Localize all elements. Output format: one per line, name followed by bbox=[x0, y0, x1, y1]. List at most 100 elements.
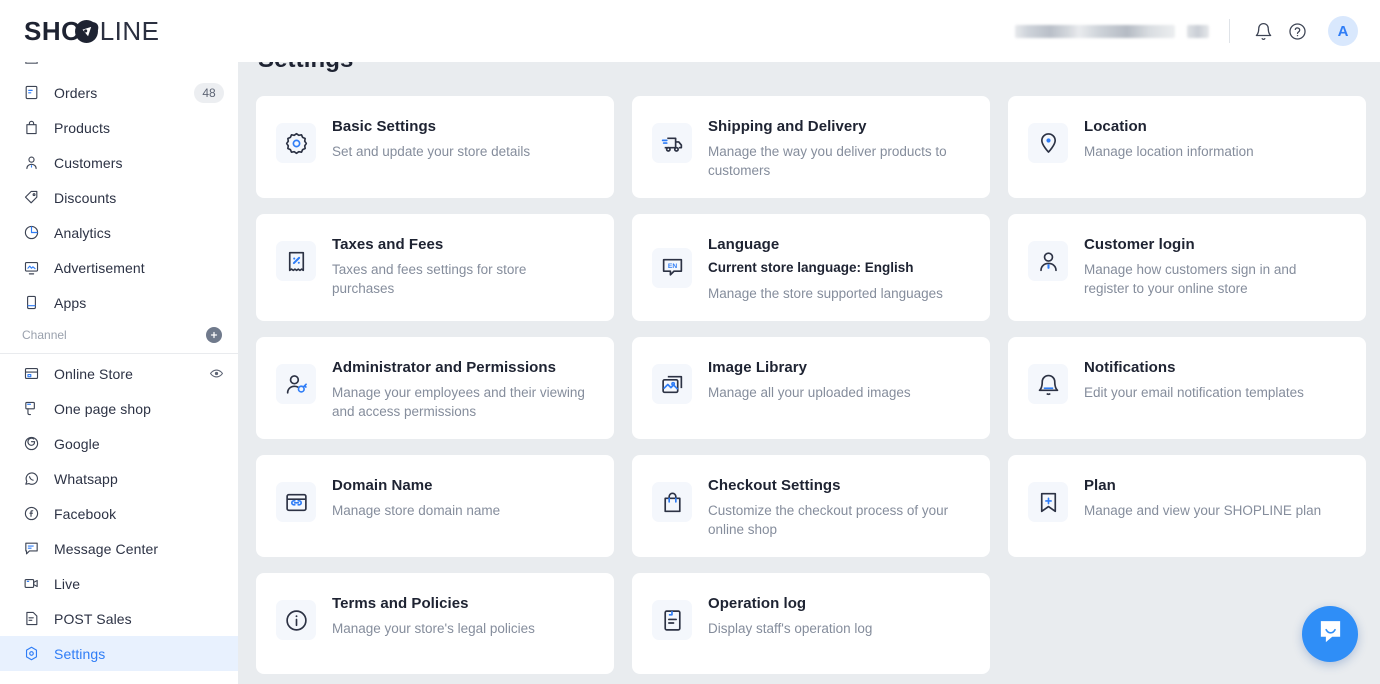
sidebar-item-google[interactable]: Google bbox=[0, 426, 238, 461]
info-circle-icon bbox=[276, 600, 316, 640]
sidebar: Orders 48 Products Customers Discounts A… bbox=[0, 62, 238, 684]
card-body: Location Manage location information bbox=[1084, 114, 1254, 161]
user-key-icon bbox=[276, 364, 316, 404]
whatsapp-icon bbox=[22, 470, 40, 488]
card-body: Language Current store language: English… bbox=[708, 232, 943, 303]
sidebar-item-label: Advertisement bbox=[54, 259, 145, 276]
card-description: Manage the store supported languages bbox=[708, 286, 943, 301]
settings-card-taxes-and-fees[interactable]: Taxes and Fees Taxes and fees settings f… bbox=[256, 214, 614, 321]
shopline-logo[interactable]: SHOP LINE bbox=[24, 15, 160, 47]
bookmark-plus-icon bbox=[1028, 482, 1068, 522]
sidebar-item-label: One page shop bbox=[54, 400, 152, 417]
sidebar-item-products[interactable]: Products bbox=[0, 110, 238, 145]
card-description: Manage store domain name bbox=[332, 503, 501, 518]
settings-card-checkout-settings[interactable]: Checkout Settings Customize the checkout… bbox=[632, 455, 990, 557]
settings-card-domain-name[interactable]: Domain Name Manage store domain name bbox=[256, 455, 614, 557]
help-circle-icon[interactable] bbox=[1280, 14, 1314, 48]
card-title: Administrator and Permissions bbox=[332, 359, 557, 376]
bell-icon bbox=[1028, 364, 1068, 404]
card-body: Image Library Manage all your uploaded i… bbox=[708, 355, 911, 402]
sidebar-item-whatsapp[interactable]: Whatsapp bbox=[0, 461, 238, 496]
logo-tag-icon bbox=[74, 15, 99, 43]
sidebar-item-label: Online Store bbox=[54, 365, 134, 382]
settings-card-basic-settings[interactable]: Basic Settings Set and update your store… bbox=[256, 96, 614, 198]
card-body: Taxes and Fees Taxes and fees settings f… bbox=[332, 232, 592, 298]
settings-gear-icon bbox=[22, 645, 40, 663]
card-description: Manage how customers sign in and registe… bbox=[1084, 262, 1297, 296]
sidebar-item-one-page-shop[interactable]: One page shop bbox=[0, 391, 238, 426]
card-body: Administrator and Permissions Manage you… bbox=[332, 355, 592, 421]
chat-launcher-button[interactable] bbox=[1302, 606, 1358, 662]
card-title: Checkout Settings bbox=[708, 477, 841, 494]
sidebar-item-message-center[interactable]: Message Center bbox=[0, 531, 238, 566]
facebook-icon bbox=[22, 505, 40, 523]
card-body: Terms and Policies Manage your store's l… bbox=[332, 591, 535, 638]
analytics-pie-icon bbox=[22, 224, 40, 242]
card-title: Language bbox=[708, 236, 780, 253]
sidebar-item-analytics[interactable]: Analytics bbox=[0, 215, 238, 250]
section-label: Channel bbox=[22, 328, 67, 342]
sidebar-item-label: Message Center bbox=[54, 540, 159, 557]
plus-circle-icon[interactable] bbox=[206, 327, 222, 343]
sidebar-item-settings[interactable]: Settings bbox=[0, 636, 238, 671]
card-title: Shipping and Delivery bbox=[708, 118, 867, 135]
home-icon bbox=[22, 62, 40, 67]
sidebar-item-label: Products bbox=[54, 119, 111, 136]
sidebar-item-facebook[interactable]: Facebook bbox=[0, 496, 238, 531]
avatar[interactable]: A bbox=[1328, 16, 1358, 46]
sidebar-item-advertisement[interactable]: Advertisement bbox=[0, 250, 238, 285]
log-document-icon bbox=[652, 600, 692, 640]
card-body: Plan Manage and view your SHOPLINE plan bbox=[1084, 473, 1321, 520]
language-en-icon: EN bbox=[652, 247, 692, 288]
card-current-language: Current store language: English bbox=[708, 260, 914, 275]
sidebar-item-post-sales[interactable]: POST Sales bbox=[0, 601, 238, 636]
card-title: Notifications bbox=[1084, 359, 1176, 376]
settings-card-language[interactable]: EN Language Current store language: Engl… bbox=[632, 214, 990, 321]
sidebar-item-label: Discounts bbox=[54, 189, 117, 206]
card-title: Customer login bbox=[1084, 236, 1195, 253]
receipt-percent-icon bbox=[276, 241, 316, 281]
settings-card-terms-and-policies[interactable]: Terms and Policies Manage your store's l… bbox=[256, 573, 614, 674]
card-title: Terms and Policies bbox=[332, 595, 469, 612]
eye-icon[interactable] bbox=[208, 366, 224, 382]
sidebar-item-home-partial[interactable] bbox=[0, 62, 238, 75]
settings-card-image-library[interactable]: Image Library Manage all your uploaded i… bbox=[632, 337, 990, 439]
card-description: Manage and view your SHOPLINE plan bbox=[1084, 503, 1322, 518]
top-header-bar: SHOP LINE A bbox=[0, 0, 1380, 62]
card-body: Domain Name Manage store domain name bbox=[332, 473, 500, 520]
live-video-icon bbox=[22, 575, 40, 593]
settings-card-administrator-and-permissions[interactable]: Administrator and Permissions Manage you… bbox=[256, 337, 614, 439]
sidebar-item-label: Live bbox=[54, 575, 81, 592]
sidebar-item-discounts[interactable]: Discounts bbox=[0, 180, 238, 215]
orders-icon bbox=[22, 84, 40, 102]
sidebar-item-label: Analytics bbox=[54, 224, 111, 241]
sidebar-scroll-area: Orders 48 Products Customers Discounts A… bbox=[0, 62, 238, 671]
card-title: Location bbox=[1084, 118, 1147, 135]
card-title: Basic Settings bbox=[332, 118, 437, 135]
card-body: Notifications Edit your email notificati… bbox=[1084, 355, 1304, 402]
sidebar-item-label: Settings bbox=[54, 645, 106, 662]
sidebar-item-online-store[interactable]: Online Store bbox=[0, 356, 238, 391]
card-title: Plan bbox=[1084, 477, 1116, 494]
sidebar-item-live[interactable]: Live bbox=[0, 566, 238, 601]
sidebar-item-customers[interactable]: Customers bbox=[0, 145, 238, 180]
card-body: Shipping and Delivery Manage the way you… bbox=[708, 114, 968, 180]
settings-card-operation-log[interactable]: Operation log Display staff's operation … bbox=[632, 573, 990, 674]
settings-card-shipping-and-delivery[interactable]: Shipping and Delivery Manage the way you… bbox=[632, 96, 990, 198]
settings-card-customer-login[interactable]: Customer login Manage how customers sign… bbox=[1008, 214, 1366, 321]
chat-bubble-icon bbox=[1317, 618, 1344, 650]
card-description: Manage location information bbox=[1084, 144, 1254, 159]
sidebar-item-orders[interactable]: Orders 48 bbox=[0, 75, 238, 110]
card-body: Customer login Manage how customers sign… bbox=[1084, 232, 1344, 298]
header-actions: A bbox=[1015, 14, 1358, 48]
apps-device-icon bbox=[22, 294, 40, 312]
bell-icon[interactable] bbox=[1246, 14, 1280, 48]
sidebar-item-apps[interactable]: Apps bbox=[0, 285, 238, 320]
settings-card-plan[interactable]: Plan Manage and view your SHOPLINE plan bbox=[1008, 455, 1366, 557]
settings-card-location[interactable]: Location Manage location information bbox=[1008, 96, 1366, 198]
sidebar-item-label: Whatsapp bbox=[54, 470, 118, 487]
settings-card-notifications[interactable]: Notifications Edit your email notificati… bbox=[1008, 337, 1366, 439]
google-icon bbox=[22, 435, 40, 453]
store-name-redacted bbox=[1015, 24, 1175, 38]
image-icon bbox=[652, 364, 692, 404]
